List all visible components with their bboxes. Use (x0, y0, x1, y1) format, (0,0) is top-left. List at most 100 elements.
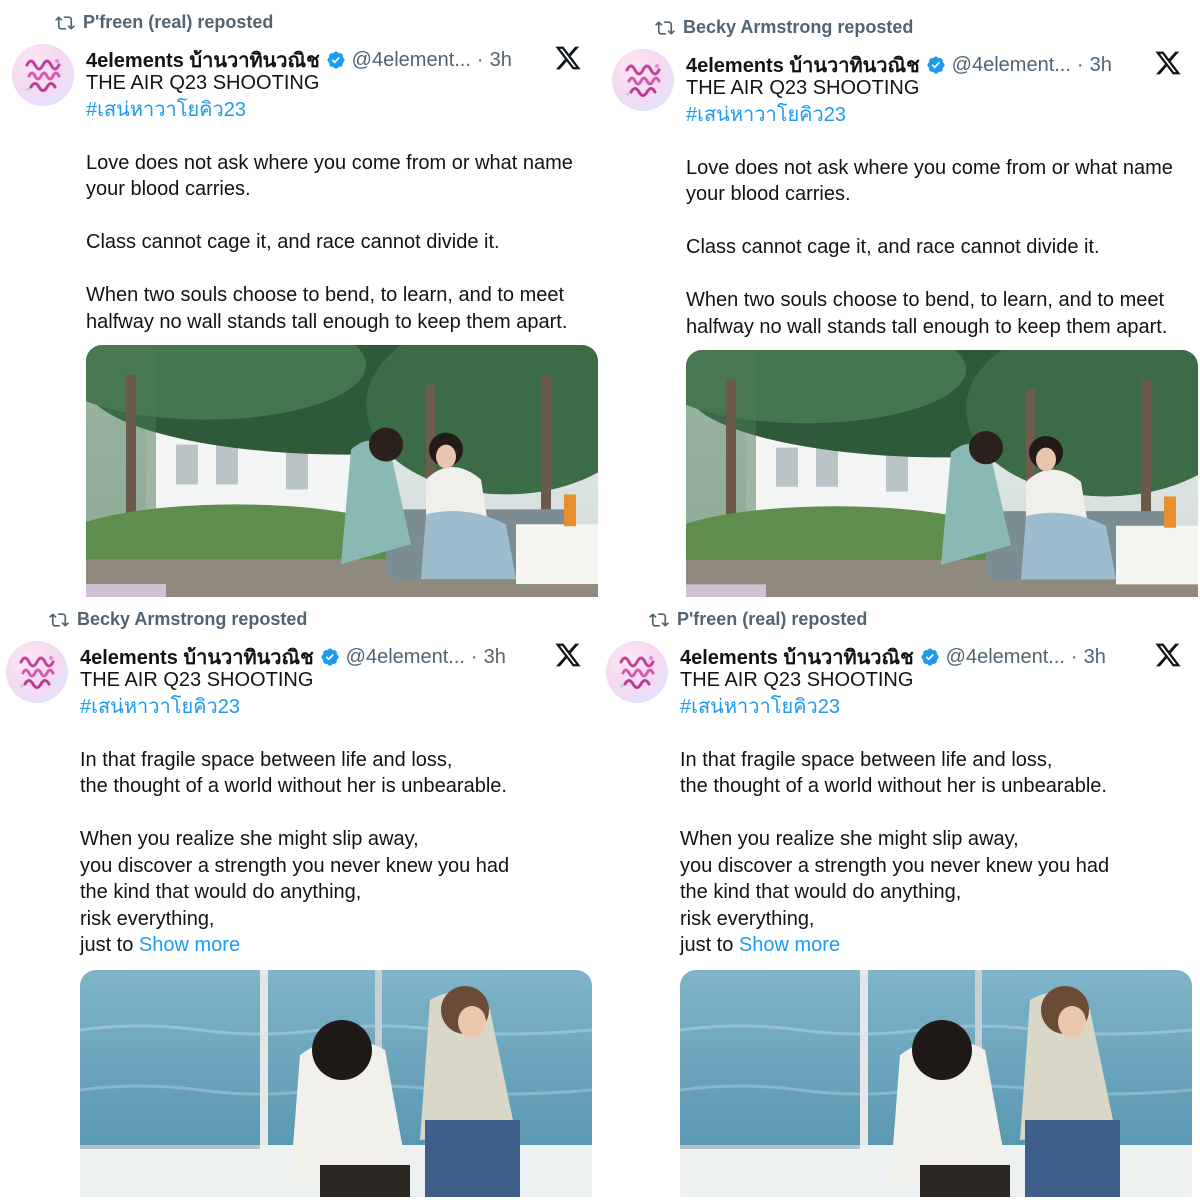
repost-icon (55, 13, 75, 33)
repost-label[interactable]: Becky Armstrong reposted (683, 17, 913, 38)
garden-photo (86, 345, 598, 600)
text-line: When two souls choose to bend, to learn,… (686, 289, 1165, 311)
author-handle[interactable]: @4element... (352, 49, 471, 72)
show-more-link[interactable]: Show more (739, 934, 840, 956)
tweet-card-2[interactable]: Becky Armstrong reposted 4elements บ้านว… (600, 5, 1200, 605)
text-line: In that fragile space between life and l… (680, 748, 1053, 771)
repost-screenshot-grid: P'freen (real) reposted 4elements บ้านวา… (0, 0, 1200, 1200)
separator-dot: · (476, 48, 484, 71)
tweet-media[interactable] (680, 970, 1192, 1197)
boat-photo (680, 970, 1192, 1197)
hashtag-link[interactable]: #เสน่หาวาโยคิว23 (686, 102, 1191, 129)
author-handle[interactable]: @4element... (946, 646, 1065, 669)
tweet-media[interactable] (686, 350, 1198, 600)
repost-label[interactable]: P'freen (real) reposted (83, 12, 273, 33)
x-logo-icon[interactable] (554, 641, 582, 669)
text-line: the kind that would do anything, (680, 881, 962, 903)
text-line: When you realize she might slip away, (80, 828, 419, 850)
text-line: your blood carries. (86, 178, 251, 200)
tweet-title-line: THE AIR Q23 SHOOTING (686, 77, 920, 99)
text-line: When you realize she might slip away, (680, 828, 1019, 850)
tweet-media[interactable] (86, 345, 598, 600)
verified-badge-icon (326, 50, 346, 70)
avatar-logo-icon (19, 656, 55, 689)
verified-badge-icon (320, 647, 340, 667)
separator-dot: · (1070, 645, 1078, 668)
author-avatar[interactable] (606, 641, 668, 703)
tweet-card-1[interactable]: P'freen (real) reposted 4elements บ้านวา… (0, 0, 600, 600)
hashtag-link[interactable]: #เสน่หาวาโยคิว23 (680, 694, 1185, 721)
repost-header: P'freen (real) reposted (649, 609, 867, 630)
tweet-title-line: THE AIR Q23 SHOOTING (680, 669, 914, 691)
repost-icon (649, 610, 669, 630)
text-line: the kind that would do anything, (80, 881, 362, 903)
text-line: Class cannot cage it, and race cannot di… (86, 231, 500, 253)
verified-badge-icon (920, 647, 940, 667)
x-logo-icon[interactable] (1154, 49, 1182, 77)
repost-header: Becky Armstrong reposted (655, 17, 913, 38)
author-handle[interactable]: @4element... (346, 646, 465, 669)
text-line: the thought of a world without her is un… (680, 775, 1107, 797)
boat-photo (80, 970, 592, 1197)
text-line: you discover a strength you never knew y… (80, 854, 510, 877)
repost-label[interactable]: P'freen (real) reposted (677, 609, 867, 630)
author-avatar[interactable] (612, 49, 674, 111)
hashtag-link[interactable]: #เสน่หาวาโยคิว23 (86, 97, 591, 124)
author-avatar[interactable] (12, 44, 74, 106)
tweet-title-line: THE AIR Q23 SHOOTING (80, 669, 314, 691)
text-line: When two souls choose to bend, to learn,… (86, 284, 565, 306)
repost-header: Becky Armstrong reposted (49, 609, 307, 630)
avatar-logo-icon (619, 656, 655, 689)
hashtag-link[interactable]: #เสน่หาวาโยคิว23 (80, 694, 585, 721)
text-line-truncated: just to Show more (680, 934, 841, 956)
text-line: your blood carries. (686, 183, 851, 205)
repost-header: P'freen (real) reposted (55, 12, 273, 33)
text-line: risk everything, (80, 907, 215, 930)
tweet-text: THE AIR Q23 SHOOTING #เสน่หาวาโยคิว23 Love… (686, 75, 1191, 340)
text-line: you discover a strength you never knew y… (680, 854, 1110, 877)
tweet-title-line: THE AIR Q23 SHOOTING (86, 72, 320, 94)
text-line: Love does not ask where you come from or… (86, 151, 573, 174)
tweet-text: THE AIR Q23 SHOOTING #เสน่หาวาโยคิว23 Love… (86, 70, 591, 335)
repost-label[interactable]: Becky Armstrong reposted (77, 609, 307, 630)
tweet-card-3[interactable]: Becky Armstrong reposted 4elements บ้านว… (0, 597, 600, 1197)
garden-photo (686, 350, 1198, 600)
text-line: risk everything, (680, 907, 815, 930)
text-line: the thought of a world without her is un… (80, 775, 507, 797)
tweet-text: THE AIR Q23 SHOOTING #เสน่หาวาโยคิว23 In t… (680, 667, 1185, 959)
verified-badge-icon (926, 55, 946, 75)
x-logo-icon[interactable] (1154, 641, 1182, 669)
tweet-card-4[interactable]: P'freen (real) reposted 4elements บ้านวา… (600, 597, 1200, 1197)
text-line: Love does not ask where you come from or… (686, 156, 1173, 179)
x-logo-icon[interactable] (554, 44, 582, 72)
post-time[interactable]: 3h (1084, 646, 1106, 669)
post-time[interactable]: 3h (484, 646, 506, 669)
avatar-logo-icon (25, 59, 61, 92)
separator-dot: · (1076, 53, 1084, 76)
author-handle[interactable]: @4element... (952, 54, 1071, 77)
text-line: halfway no wall stands tall enough to ke… (86, 310, 568, 333)
repost-icon (655, 18, 675, 38)
post-time[interactable]: 3h (490, 49, 512, 72)
text-line-truncated: just to Show more (80, 934, 241, 956)
avatar-logo-icon (625, 64, 661, 97)
repost-icon (49, 610, 69, 630)
text-line: halfway no wall stands tall enough to ke… (686, 315, 1168, 338)
author-avatar[interactable] (6, 641, 68, 703)
separator-dot: · (470, 645, 478, 668)
tweet-text: THE AIR Q23 SHOOTING #เสน่หาวาโยคิว23 In t… (80, 667, 585, 959)
text-line: Class cannot cage it, and race cannot di… (686, 236, 1100, 258)
show-more-link[interactable]: Show more (139, 934, 240, 956)
tweet-media[interactable] (80, 970, 592, 1197)
post-time[interactable]: 3h (1090, 54, 1112, 77)
